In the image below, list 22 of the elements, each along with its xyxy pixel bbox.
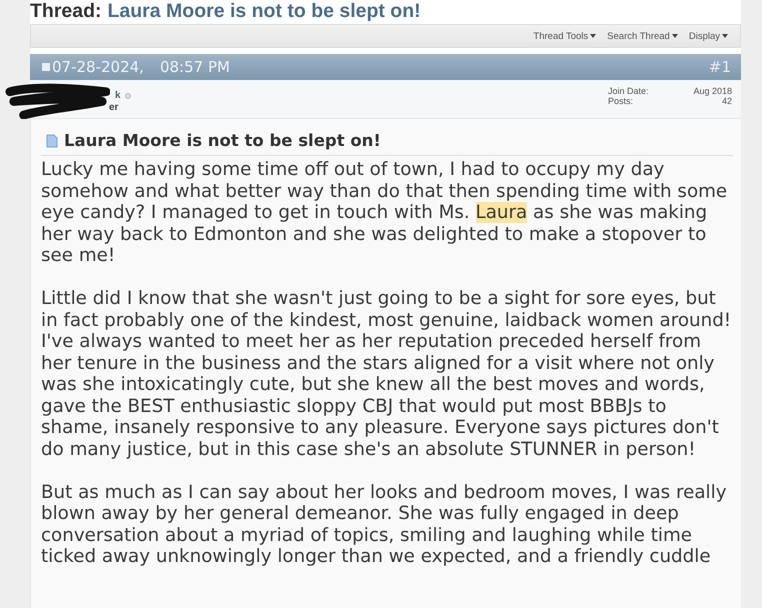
- post-date: 07-28-2024,: [52, 58, 144, 76]
- menu-button[interactable]: Display: [688, 30, 728, 42]
- caret-icon: [590, 34, 596, 38]
- post-time: 08:57 PM: [160, 58, 230, 76]
- thread-title[interactable]: Laura Moore is not to be slept on!: [108, 0, 421, 23]
- document-icon: [46, 134, 58, 148]
- stat-label: Join Date:: [608, 86, 649, 96]
- username[interactable]: k: [115, 90, 121, 102]
- user-title: er: [108, 102, 120, 114]
- post-paragraph: But as much as I can say about her looks and bedroom moves, I was really blown away by her general demeanor. She was fully engaged in deep conversation about a myriad of topics, smiling and laughing while time ticked away unknowingly longer than we expected, and a friendly cuddle: [41, 482, 728, 568]
- stat-label: Posts:: [608, 96, 634, 106]
- caret-icon: [722, 34, 728, 38]
- menu-button[interactable]: Thread Tools: [533, 30, 596, 42]
- caret-icon: [672, 34, 678, 38]
- menu-button[interactable]: Search Thread: [607, 30, 678, 42]
- stat-value: Aug 2018: [693, 86, 732, 96]
- post-paragraph: Lucky me having some time off out of town, I had to occupy my day somehow and what better way than do that then spending time with some eye candy? I managed to get in touch with Ms. Laura as she was making her way back to Edmonton and she was delighted to make a stopover to see me!: [41, 159, 728, 266]
- post-title: Laura Moore is not to be slept on!: [64, 131, 381, 150]
- post-icon: [42, 63, 50, 71]
- post-paragraph: Little did I know that she wasn't just going to be a sight for sore eyes, but in fact probably one of the kindest, most genuine, laidback women around! I've always wanted to meet her as her reputation preceded herself from her tenure in the business and the stars aligned for a visit where not only was she intoxicatingly cute, but she knew all the best moves and words, gave the BEST enthusiastic sloppy CBJ that would put most BBBJs to shame, insanely responsive to any pleasure. Everyone says pictures don't do many justice, but in this case she's an absolute STUNNER in person!: [41, 288, 732, 460]
- stat-value: 42: [722, 96, 732, 106]
- thread-label: Thread:: [30, 0, 102, 23]
